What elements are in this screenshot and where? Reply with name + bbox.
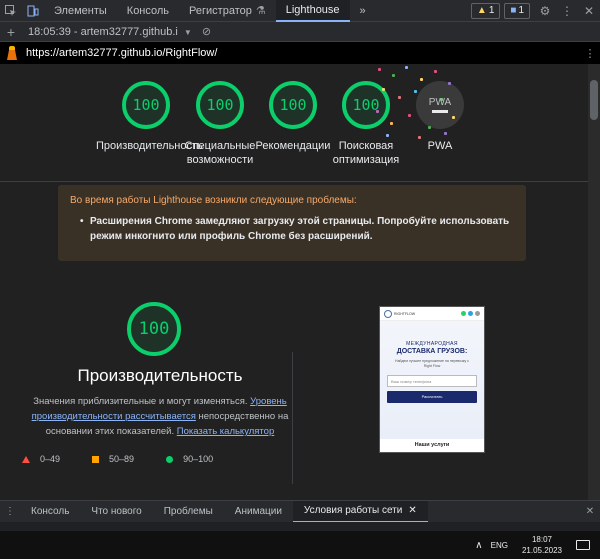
legend-pass: 90–100 [166, 454, 213, 464]
tab-elements[interactable]: Элементы [44, 0, 117, 22]
report-url-bar: https://artem32777.github.io/RightFlow/ … [0, 42, 600, 64]
legend-average-range: 50–89 [109, 454, 135, 464]
warnings-badge[interactable]: ▲ 1 [470, 2, 501, 19]
gear-icon[interactable]: ⚙ [534, 0, 556, 22]
report-content: 100 Производительность 100 Специальные в… [0, 64, 588, 500]
drawer-menu-icon[interactable]: ⋮ [0, 506, 20, 517]
chevron-up-icon[interactable]: ∧ [475, 540, 482, 551]
confetti-decoration [370, 64, 460, 144]
language-indicator[interactable]: ENG [491, 541, 508, 550]
kebab-menu-icon[interactable]: ⋮ [556, 0, 578, 22]
warnings-count: 1 [488, 5, 495, 16]
phone-input-preview: Ваш номер телефона [387, 375, 477, 387]
notifications-icon[interactable] [576, 540, 590, 550]
calculate-button-preview: Рассчитать [387, 391, 477, 403]
gauge-ring: 100 [196, 81, 244, 129]
tab-recorder[interactable]: Регистратор ⚗ [179, 0, 276, 22]
screenshot-hero: МЕЖДУНАРОДНАЯ ДОСТАВКА ГРУЗОВ: Найдем лу… [380, 321, 484, 439]
hero-line-1: МЕЖДУНАРОДНАЯ [406, 341, 458, 347]
report-select-label: 18:05:39 - artem32777.github.i [28, 25, 178, 38]
legend-fail-range: 0–49 [40, 454, 61, 464]
red-triangle-icon [22, 455, 30, 463]
device-toolbar-icon[interactable] [22, 0, 44, 22]
inspect-element-icon[interactable] [0, 0, 22, 22]
clear-reports-icon[interactable]: ⊘ [202, 25, 211, 38]
report-url[interactable]: https://artem32777.github.io/RightFlow/ [26, 47, 580, 59]
phone-icon [475, 311, 480, 316]
desc-text-1: Значения приблизительные и могут изменят… [33, 396, 251, 407]
report-menu-icon[interactable]: ⋮ [580, 47, 600, 60]
warning-icon: ▲ [476, 5, 487, 16]
final-screenshot: RIGHTFLOW МЕЖДУНАРОДНАЯ ДОСТАВКА ГРУЗОВ:… [379, 306, 485, 453]
tab-console[interactable]: Консоль [117, 0, 179, 22]
drawer-tab-network-conditions-label: Условия работы сети [303, 505, 403, 516]
tab-recorder-label: Регистратор [189, 4, 252, 17]
os-taskbar: ∧ ENG 18:07 21.05.2023 [0, 531, 600, 559]
performance-description: Значения приблизительные и могут изменят… [30, 394, 290, 439]
warning-box: Во время работы Lighthouse возникли след… [58, 185, 526, 261]
green-circle-icon [166, 455, 174, 463]
site-name: RIGHTFLOW [394, 311, 415, 316]
site-logo-icon [384, 309, 392, 318]
section-divider [292, 352, 293, 484]
clock-date: 21.05.2023 [521, 546, 562, 555]
telegram-icon [468, 311, 473, 316]
performance-title: Производительность [77, 366, 243, 385]
orange-square-icon [92, 455, 100, 463]
performance-section: 100 Производительность Значения приблизи… [30, 302, 290, 439]
warning-item: Расширения Chrome замедляют загрузку это… [80, 214, 514, 244]
drawer-tab-whats-new[interactable]: Что нового [80, 501, 152, 523]
drawer-tab-issues[interactable]: Проблемы [153, 501, 224, 523]
messages-badge[interactable]: ■ 1 [504, 2, 530, 19]
report-select[interactable]: 18:05:39 - artem32777.github.i ▼ [22, 26, 192, 38]
services-heading-preview: Наши услуги [414, 442, 450, 448]
lighthouse-logo-icon [6, 46, 18, 60]
legend-average: 50–89 [92, 454, 134, 464]
devtools-tabbar: Элементы Консоль Регистратор ⚗ Lighthous… [0, 0, 600, 22]
chevron-down-icon: ▼ [183, 27, 192, 37]
devtools-window: Элементы Консоль Регистратор ⚗ Lighthous… [0, 0, 600, 559]
close-drawer-icon[interactable]: ✕ [580, 506, 600, 517]
clock[interactable]: 18:07 21.05.2023 [522, 534, 562, 556]
legend-fail: 0–49 [22, 454, 60, 464]
warning-heading: Во время работы Lighthouse возникли след… [70, 195, 357, 206]
show-calculator-link[interactable]: Показать калькулятор [177, 426, 274, 437]
lighthouse-toolbar: + 18:05:39 - artem32777.github.i ▼ ⊘ [0, 22, 600, 42]
scrollbar-thumb[interactable] [590, 80, 598, 120]
new-report-icon[interactable]: + [0, 24, 22, 40]
drawer-tab-network-conditions[interactable]: Условия работы сети ✕ [292, 500, 428, 523]
close-devtools-icon[interactable]: ✕ [578, 0, 600, 22]
flask-icon: ⚗ [255, 5, 266, 17]
hero-line-2: ДОСТАВКА ГРУЗОВ: [396, 348, 468, 355]
screenshot-header: RIGHTFLOW [380, 307, 484, 321]
messages-count: 1 [518, 5, 524, 16]
whatsapp-icon [461, 311, 466, 316]
warning-list: Расширения Chrome замедляют загрузку это… [70, 214, 514, 244]
gauge-ring: 100 [122, 81, 170, 129]
message-icon: ■ [510, 5, 517, 16]
close-tab-icon[interactable]: ✕ [408, 505, 416, 516]
drawer-body [0, 522, 600, 531]
score-legend: 0–49 50–89 90–100 [22, 454, 282, 464]
legend-pass-range: 90–100 [183, 454, 214, 464]
drawer-tab-animations[interactable]: Анимации [224, 501, 293, 523]
gauge-ring: 100 [269, 81, 317, 129]
drawer-tab-console[interactable]: Консоль [20, 501, 80, 523]
performance-score-ring: 100 [127, 302, 181, 356]
clock-time: 18:07 [531, 535, 552, 544]
vertical-scrollbar[interactable] [588, 64, 600, 500]
tab-lighthouse[interactable]: Lighthouse [275, 0, 350, 22]
hero-line-3: Найдем лучшее предложение на перевозку с… [395, 359, 469, 368]
more-tabs-button[interactable]: » [350, 0, 376, 22]
score-gauges: 100 Производительность 100 Специальные в… [0, 64, 588, 182]
drawer-tabbar: ⋮ Консоль Что нового Проблемы Анимации У… [0, 500, 600, 523]
